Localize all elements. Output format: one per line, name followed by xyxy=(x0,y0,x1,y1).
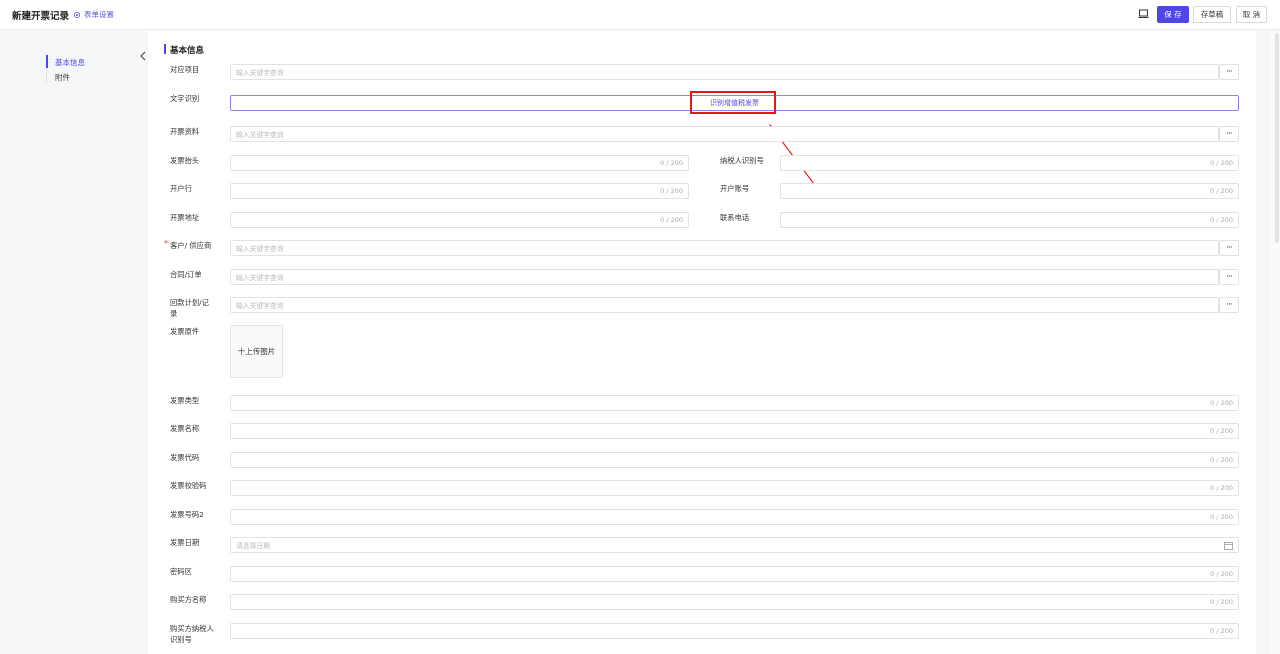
customer-more-button[interactable]: ··· xyxy=(1219,240,1239,256)
sidebar-item-attachments[interactable]: 附件 xyxy=(55,72,70,83)
payment-plan-more-button[interactable]: ··· xyxy=(1219,297,1239,313)
invoice-info-more-button[interactable]: ··· xyxy=(1219,126,1239,142)
invoice-name-label: 发票名称 xyxy=(170,424,200,433)
form-panel xyxy=(148,31,1256,654)
buyer-name-input[interactable]: 0 / 200 xyxy=(230,594,1239,610)
page-title: 新建开票记录 xyxy=(12,11,70,22)
buyer-tax-id-label-line2: 识别号 xyxy=(170,635,192,644)
phone-input[interactable]: 0 / 200 xyxy=(780,212,1239,228)
section-title: 基本信息 xyxy=(170,46,205,56)
invoice-number-input[interactable]: 0 / 200 xyxy=(230,509,1239,525)
invoice-name-input[interactable]: 0 / 200 xyxy=(230,423,1239,439)
ocr-label: 文字识别 xyxy=(170,94,200,103)
char-counter: 0 / 200 xyxy=(1210,627,1233,635)
char-counter: 0 / 200 xyxy=(1210,187,1233,195)
char-counter: 0 / 200 xyxy=(1210,484,1233,492)
original-label: 发票原件 xyxy=(170,327,200,336)
chevron-left-icon[interactable] xyxy=(139,51,147,61)
monitor-icon[interactable] xyxy=(1138,9,1149,19)
char-counter: 0 / 200 xyxy=(1210,399,1233,407)
contract-more-button[interactable]: ··· xyxy=(1219,269,1239,285)
scrollbar-thumb[interactable] xyxy=(1275,33,1279,243)
address-input[interactable]: 0 / 200 xyxy=(230,212,689,228)
taxpayer-id-label: 纳税人识别号 xyxy=(720,156,764,165)
char-counter: 0 / 200 xyxy=(1210,216,1233,224)
char-counter: 0 / 200 xyxy=(1210,513,1233,521)
payment-plan-placeholder: 输入关键字查询 xyxy=(236,302,284,310)
char-counter: 0 / 200 xyxy=(1210,159,1233,167)
char-counter: 0 / 200 xyxy=(1210,570,1233,578)
payment-plan-label-line1: 回款计划/记 xyxy=(170,298,209,307)
char-counter: 0 / 200 xyxy=(660,187,683,195)
contract-label: 合同/订单 xyxy=(170,270,202,279)
nav-active-indicator xyxy=(46,55,48,68)
form-settings-link[interactable]: 表单设置 xyxy=(73,9,114,20)
project-label: 对应项目 xyxy=(170,65,200,74)
form-settings-label: 表单设置 xyxy=(84,10,114,19)
cipher-input[interactable]: 0 / 200 xyxy=(230,566,1239,582)
cipher-label: 密码区 xyxy=(170,567,192,576)
invoice-code-label: 发票代码 xyxy=(170,453,200,462)
cancel-button[interactable]: 取 消 xyxy=(1236,6,1267,23)
payment-plan-label-line2: 录 xyxy=(170,309,178,318)
char-counter: 0 / 200 xyxy=(660,159,683,167)
bank-label: 开户行 xyxy=(170,184,192,193)
customer-label: 客户/ 供应商 xyxy=(170,241,212,250)
char-counter: 0 / 200 xyxy=(660,216,683,224)
upload-label: 十上传图片 xyxy=(237,347,276,356)
invoice-info-label: 开票资料 xyxy=(170,127,200,136)
account-input[interactable]: 0 / 200 xyxy=(780,183,1239,199)
invoice-info-input[interactable]: 输入关键字查询 xyxy=(230,126,1219,142)
bank-input[interactable]: 0 / 200 xyxy=(230,183,689,199)
char-counter: 0 / 200 xyxy=(1210,427,1233,435)
char-counter: 0 / 200 xyxy=(1210,456,1233,464)
customer-input[interactable]: 输入关键字查询 xyxy=(230,240,1219,256)
invoice-title-input[interactable]: 0 / 200 xyxy=(230,155,689,171)
buyer-tax-id-input[interactable]: 0 / 200 xyxy=(230,623,1239,639)
save-draft-button[interactable]: 存草稿 xyxy=(1193,6,1231,23)
section-marker xyxy=(164,44,166,54)
payment-plan-input[interactable]: 输入关键字查询 xyxy=(230,297,1219,313)
buyer-tax-id-label-line1: 购买方纳税人 xyxy=(170,624,214,633)
sidebar xyxy=(0,31,148,654)
save-button[interactable]: 保 存 xyxy=(1157,6,1189,23)
address-label: 开票地址 xyxy=(170,213,200,222)
contract-input[interactable]: 输入关键字查询 xyxy=(230,269,1219,285)
date-placeholder: 请选择日期 xyxy=(236,542,270,550)
check-code-label: 发票校验码 xyxy=(170,481,207,490)
project-input[interactable]: 输入关键字查询 xyxy=(230,64,1219,80)
invoice-code-input[interactable]: 0 / 200 xyxy=(230,452,1239,468)
account-label: 开户账号 xyxy=(720,184,750,193)
phone-label: 联系电话 xyxy=(720,213,750,222)
invoice-info-placeholder: 输入关键字查询 xyxy=(236,131,284,139)
invoice-title-label: 发票抬头 xyxy=(170,156,200,165)
contract-placeholder: 输入关键字查询 xyxy=(236,274,284,282)
annotation-highlight-box xyxy=(690,91,776,114)
customer-placeholder: 输入关键字查询 xyxy=(236,245,284,253)
invoice-type-label: 发票类型 xyxy=(170,396,200,405)
sidebar-item-basic-info[interactable]: 基本信息 xyxy=(55,57,85,68)
invoice-type-input[interactable]: 0 / 200 xyxy=(230,395,1239,411)
check-code-input[interactable]: 0 / 200 xyxy=(230,480,1239,496)
project-placeholder: 输入关键字查询 xyxy=(236,69,284,77)
invoice-date-picker[interactable]: 请选择日期 xyxy=(230,537,1239,553)
invoice-number-label: 发票号码2 xyxy=(170,510,204,519)
char-counter: 0 / 200 xyxy=(1210,598,1233,606)
settings-icon xyxy=(73,11,81,18)
invoice-date-label: 发票日期 xyxy=(170,538,200,547)
taxpayer-id-input[interactable]: 0 / 200 xyxy=(780,155,1239,171)
project-more-button[interactable]: ··· xyxy=(1219,64,1239,80)
buyer-name-label: 购买方名称 xyxy=(170,595,207,604)
calendar-icon xyxy=(1224,542,1233,550)
required-marker: * xyxy=(164,239,168,248)
upload-image-button[interactable]: 十上传图片 xyxy=(230,325,283,378)
top-header: 新建开票记录 表单设置 保 存 存草稿 取 消 xyxy=(0,0,1280,30)
